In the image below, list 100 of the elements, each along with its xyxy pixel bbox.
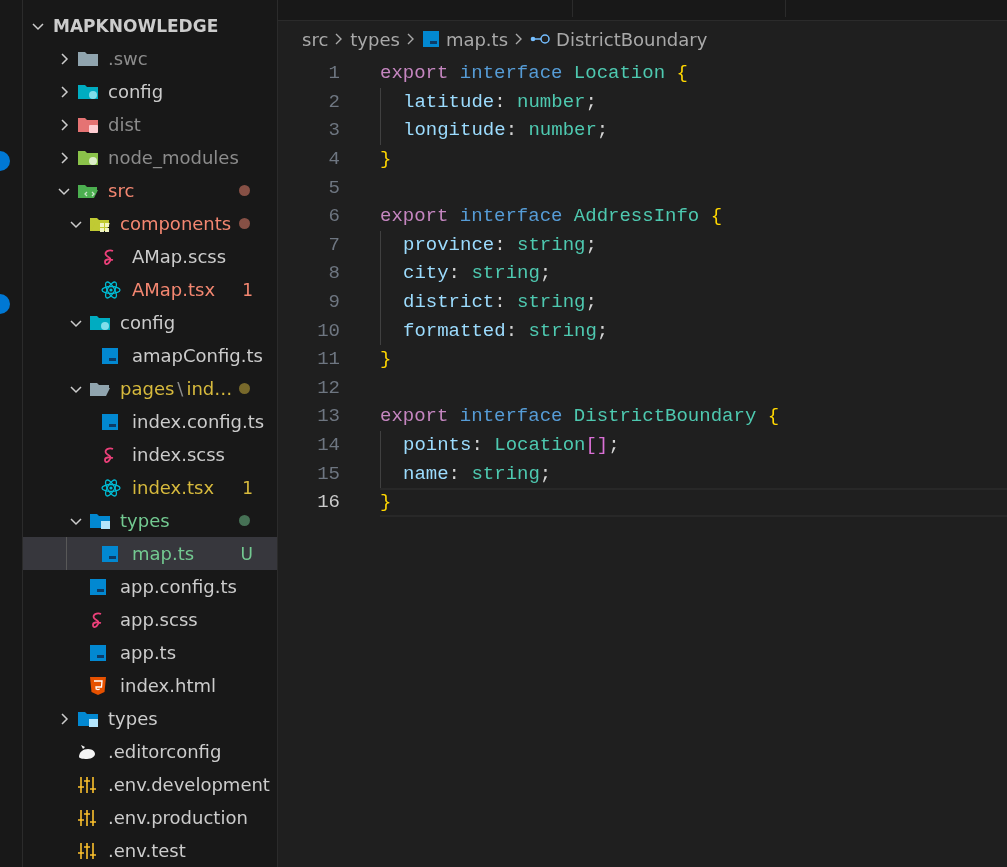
file-tree-item[interactable]: types <box>23 504 277 537</box>
file-name: amapConfig.ts <box>132 345 263 366</box>
line-number: 14 <box>316 434 340 456</box>
file-tree-item[interactable]: .env.test <box>23 834 277 867</box>
sliders-icon <box>77 807 97 828</box>
file-name: config <box>108 81 164 102</box>
file-name: AMap.tsx <box>132 279 216 300</box>
ts-file-icon <box>101 346 119 365</box>
atom-icon <box>101 478 121 497</box>
file-name: components <box>120 213 232 234</box>
html-shield-icon <box>89 675 107 696</box>
file-name: node_modules <box>108 147 239 168</box>
ts-file-icon <box>421 30 440 48</box>
file-name: ind… <box>186 378 233 399</box>
file-name: AMap.scss <box>132 246 227 267</box>
code-line: city: string; <box>403 262 552 285</box>
file-tree-item[interactable]: AMap.tsx 1 <box>23 273 277 306</box>
file-tree-item[interactable]: index.scss <box>23 438 277 471</box>
breadcrumb-item[interactable]: DistrictBoundary <box>556 28 708 50</box>
status-label: 1 <box>242 477 253 498</box>
breadcrumb-item[interactable]: types <box>350 28 400 50</box>
file-tree-item[interactable]: .env.development <box>23 768 277 801</box>
code-line: district: string; <box>403 291 597 314</box>
code-line: points: Location[]; <box>403 434 620 456</box>
file-tree-item[interactable]: pages \ ind… <box>23 372 277 405</box>
file-name: .swc <box>108 48 148 69</box>
sliders-icon <box>77 840 97 861</box>
ts-folder-icon <box>77 709 99 728</box>
ts-file-icon <box>89 577 107 596</box>
line-number: 12 <box>316 376 340 399</box>
chevron-right-icon <box>405 32 416 46</box>
status-label: 1 <box>242 279 253 300</box>
project-root-item[interactable]: MAPKNOWLEDGE <box>23 9 277 42</box>
line-number: 16 <box>316 491 340 514</box>
code-line: longitude: number; <box>403 119 609 142</box>
file-tree-item[interactable]: components <box>23 207 277 240</box>
code-line: } <box>380 148 392 171</box>
code-line: formatted: string; <box>403 319 609 342</box>
file-tree-item[interactable]: app.config.ts <box>23 570 277 603</box>
breadcrumb-item[interactable]: map.ts <box>445 28 509 50</box>
file-name: index.scss <box>132 444 225 465</box>
file-name: app.scss <box>120 609 198 630</box>
ts-file-icon <box>101 412 119 431</box>
symbol-icon <box>530 33 551 45</box>
line-number: 1 <box>327 62 340 85</box>
file-tree-item[interactable]: .editorconfig <box>23 735 277 768</box>
line-number: 9 <box>327 291 340 314</box>
file-name: .editorconfig <box>108 741 222 762</box>
file-tree-item[interactable]: map.ts U <box>23 537 277 570</box>
file-name: app.ts <box>120 642 177 663</box>
file-tree-item[interactable]: types <box>23 702 277 735</box>
file-name: .env.development <box>108 774 270 795</box>
ts-file-icon <box>89 643 107 662</box>
project-name: MAPKNOWLEDGE <box>53 15 219 36</box>
line-number: 8 <box>327 262 340 285</box>
ts-folder-icon <box>89 511 111 530</box>
line-number: 4 <box>327 148 340 171</box>
file-tree-item[interactable]: app.ts <box>23 636 277 669</box>
file-tree-item[interactable]: index.html <box>23 669 277 702</box>
line-number: 15 <box>316 462 340 485</box>
code-line: export interface AddressInfo { <box>380 205 723 228</box>
file-name: .env.test <box>108 840 186 861</box>
file-name: src <box>108 180 135 201</box>
code-line: } <box>380 491 392 514</box>
file-tree-item[interactable]: config <box>23 75 277 108</box>
file-name: index.config.ts <box>132 411 265 432</box>
line-number: 5 <box>327 176 340 199</box>
file-tree-item[interactable]: .env.production <box>23 801 277 834</box>
code-line: name: string; <box>403 462 552 485</box>
line-number: 6 <box>327 205 340 228</box>
line-number: 13 <box>316 405 340 428</box>
atom-icon <box>101 280 121 299</box>
breadcrumb-item[interactable]: src <box>302 28 329 50</box>
code-line: export interface DistrictBoundary { <box>380 405 780 428</box>
code-line: } <box>380 348 392 371</box>
code-line: latitude: number; <box>403 90 597 113</box>
file-tree-item[interactable]: amapConfig.ts <box>23 339 277 372</box>
file-name: types <box>108 708 158 729</box>
ts-file-icon <box>101 544 119 563</box>
line-number: 3 <box>327 119 340 142</box>
file-name: pages <box>120 378 175 399</box>
sliders-icon <box>77 774 97 795</box>
file-tree-item[interactable]: AMap.scss <box>23 240 277 273</box>
line-number: 11 <box>316 348 340 371</box>
file-tree-item[interactable]: app.scss <box>23 603 277 636</box>
line-number: 2 <box>327 90 340 113</box>
mouse-icon <box>77 742 97 761</box>
file-name: types <box>120 510 170 531</box>
file-tree-item[interactable]: index.config.ts <box>23 405 277 438</box>
file-name: map.ts <box>132 543 195 564</box>
file-tree-item[interactable]: node_modules <box>23 141 277 174</box>
file-tree-item[interactable]: index.tsx 1 <box>23 471 277 504</box>
file-name: index.tsx <box>132 477 215 498</box>
file-tree-item[interactable]: .swc <box>23 42 277 75</box>
code-line: province: string; <box>403 233 597 256</box>
file-tree-item[interactable]: config <box>23 306 277 339</box>
file-tree-item[interactable]: dist <box>23 108 277 141</box>
file-tree-item[interactable]: src <box>23 174 277 207</box>
status-label: U <box>240 543 253 564</box>
file-name: app.config.ts <box>120 576 237 597</box>
